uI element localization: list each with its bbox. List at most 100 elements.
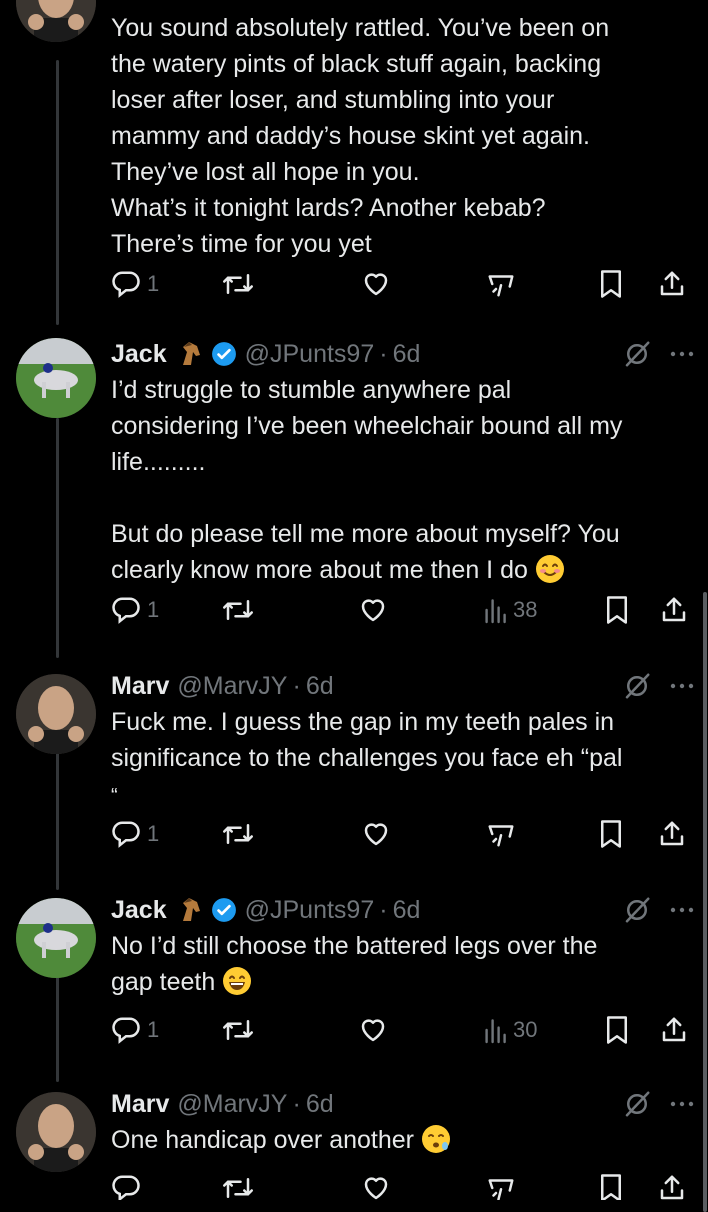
views-button[interactable]: 38: [483, 592, 537, 628]
like-button[interactable]: [358, 592, 388, 628]
like-button[interactable]: [361, 816, 391, 852]
reply-icon: [112, 1017, 140, 1044]
tweet-line: They’ve lost all hope in you.: [111, 158, 420, 186]
analytics-icon: [488, 1179, 514, 1200]
avatar-marv[interactable]: [16, 1092, 96, 1172]
share-icon: [660, 271, 684, 296]
views-button[interactable]: 30: [483, 1012, 537, 1048]
bookmark-icon: [601, 270, 621, 298]
horse-face-icon: [182, 342, 200, 365]
display-name[interactable]: Marv: [111, 672, 169, 701]
like-button[interactable]: [361, 266, 391, 302]
avatar-image: [16, 1092, 96, 1172]
retweet-button[interactable]: [221, 1012, 255, 1048]
tweet-header: Marv @MarvJY · 6d: [111, 1086, 694, 1122]
timestamp[interactable]: 6d: [393, 896, 421, 925]
tweet-line: Fuck me. I guess the gap in my teeth pal…: [111, 708, 615, 736]
reply-button[interactable]: 1: [111, 266, 159, 302]
bookmark-button[interactable]: [598, 1170, 624, 1200]
more-icon[interactable]: [670, 905, 694, 915]
tweet-line: the watery pints of black stuff again, b…: [111, 50, 602, 78]
bookmark-button[interactable]: [598, 266, 624, 302]
share-icon: [662, 597, 686, 622]
tweet-line: loser after loser, and stumbling into yo…: [111, 86, 555, 114]
retweet-button[interactable]: [221, 816, 255, 852]
bookmark-button[interactable]: [604, 592, 630, 628]
bookmark-button[interactable]: [604, 1012, 630, 1048]
tweet-line: One handicap over another: [111, 1126, 414, 1154]
retweet-icon: [223, 1178, 253, 1198]
grok-icon[interactable]: [622, 1089, 652, 1119]
analytics-button[interactable]: [486, 816, 516, 852]
analytics-icon: [488, 275, 514, 297]
reply-button[interactable]: 1: [111, 1012, 159, 1048]
heart-icon: [364, 273, 388, 296]
tweet-header: Jack @JPunts97 · 6d: [111, 336, 694, 372]
retweet-button[interactable]: [221, 592, 255, 628]
handle[interactable]: @JPunts97: [245, 896, 375, 925]
heart-icon: [361, 1019, 385, 1042]
display-name[interactable]: Jack: [111, 896, 167, 925]
analytics-button[interactable]: [486, 266, 516, 302]
tweet-line: What’s it tonight lards? Another kebab?: [111, 194, 546, 222]
tweet-actions: 1: [111, 266, 691, 302]
handle[interactable]: @JPunts97: [245, 340, 375, 369]
more-icon[interactable]: [670, 1099, 694, 1109]
handle[interactable]: @MarvJY: [177, 1090, 287, 1119]
tweet[interactable]: You sound absolutely rattled. You’ve bee…: [0, 0, 708, 310]
display-name[interactable]: Marv: [111, 1090, 169, 1119]
share-button[interactable]: [657, 1170, 687, 1200]
tweet-actions: 1: [111, 816, 691, 852]
grok-icon[interactable]: [622, 671, 652, 701]
grok-icon[interactable]: [622, 895, 652, 925]
share-button[interactable]: [659, 1012, 689, 1048]
tweet-line: You sound absolutely rattled. You’ve bee…: [111, 14, 610, 42]
reply-button[interactable]: [111, 1170, 141, 1200]
tweet[interactable]: Marv @MarvJY · 6d Fuck me. I guess the g…: [0, 666, 708, 866]
retweet-button[interactable]: [221, 266, 255, 302]
reply-button[interactable]: 1: [111, 592, 159, 628]
reply-button[interactable]: 1: [111, 816, 159, 852]
separator-dot: ·: [292, 671, 301, 700]
reply-count: 1: [147, 271, 160, 296]
avatar-image: [16, 0, 96, 42]
more-icon[interactable]: [670, 681, 694, 691]
tweet-line: But do please tell me more about myself?…: [111, 520, 620, 548]
share-button[interactable]: [657, 266, 687, 302]
tweet-line: mammy and daddy’s house skint yet again.: [111, 122, 590, 150]
avatar-jack[interactable]: [16, 338, 96, 418]
tweet-text: You sound absolutely rattled. You’ve bee…: [111, 10, 694, 262]
like-button[interactable]: [361, 1170, 391, 1200]
separator-dot: ·: [379, 895, 388, 924]
grok-icon[interactable]: [622, 339, 652, 369]
like-button[interactable]: [358, 1012, 388, 1048]
share-button[interactable]: [657, 816, 687, 852]
bookmark-button[interactable]: [598, 816, 624, 852]
reply-icon: [112, 1175, 140, 1200]
avatar-jack[interactable]: [16, 898, 96, 978]
more-icon[interactable]: [670, 349, 694, 359]
display-name[interactable]: Jack: [111, 340, 167, 369]
timestamp[interactable]: 6d: [306, 1090, 334, 1119]
reply-icon: [112, 597, 140, 624]
retweet-button[interactable]: [221, 1170, 255, 1200]
timestamp[interactable]: 6d: [393, 340, 421, 369]
retweet-icon: [223, 824, 253, 844]
avatar-image: [16, 338, 96, 418]
reply-icon: [112, 821, 140, 848]
tweet-text: Fuck me. I guess the gap in my teeth pal…: [111, 704, 694, 814]
tweet[interactable]: Marv @MarvJY · 6d One handicap over anot…: [0, 1084, 708, 1200]
face-with-open-mouth-and-cold-sweat-emoji: [421, 1125, 450, 1153]
avatar-marv[interactable]: [16, 0, 96, 42]
tweet-actions: 1 30: [111, 1012, 691, 1048]
tweet[interactable]: Jack @JPunts97 · 6d No I’d still choose …: [0, 890, 708, 1060]
tweet-actions: 1 38: [111, 592, 691, 628]
handle[interactable]: @MarvJY: [177, 672, 287, 701]
timestamp[interactable]: 6d: [306, 672, 334, 701]
analytics-button[interactable]: [486, 1170, 516, 1200]
avatar-marv[interactable]: [16, 674, 96, 754]
scrollbar[interactable]: [703, 592, 707, 1212]
tweet[interactable]: Jack @JPunts97 · 6d I’d struggle to stum…: [0, 330, 708, 640]
share-button[interactable]: [659, 592, 689, 628]
tweet-text: No I’d still choose the battered legs ov…: [111, 928, 694, 1000]
